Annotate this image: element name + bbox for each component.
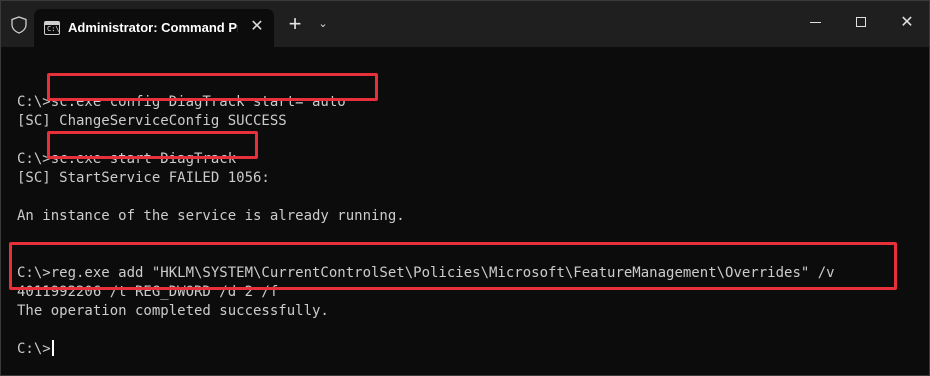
maximize-icon	[856, 17, 866, 27]
tab-title: Administrator: Command Prompt	[68, 20, 238, 35]
terminal-line: The operation completed successfully.	[17, 303, 329, 319]
command-prompt-icon-glyph: C:\	[47, 25, 60, 33]
highlight-box-config-command	[47, 73, 378, 101]
terminal-line: An instance of the service is already ru…	[17, 208, 405, 224]
command-prompt-icon: C:\	[44, 21, 60, 35]
close-tab-icon[interactable]: ✕	[248, 18, 266, 36]
prompt-text: C:\>	[17, 341, 51, 357]
chevron-down-icon[interactable]: ⌄	[315, 15, 331, 33]
prompt-line[interactable]: C:\>	[17, 340, 917, 359]
terminal-line: [SC] ChangeServiceConfig SUCCESS	[17, 113, 287, 129]
maximize-button[interactable]	[838, 1, 884, 45]
title-bar[interactable]: C:\ Administrator: Command Prompt ✕ + ⌄ …	[1, 1, 929, 47]
minimize-icon	[810, 22, 821, 23]
terminal-line: [SC] StartService FAILED 1056:	[17, 170, 270, 186]
shield-icon	[11, 16, 27, 34]
terminal-output[interactable]: C:\>sc.exe config DiagTrack start= auto …	[17, 74, 917, 359]
tab-command-prompt[interactable]: C:\ Administrator: Command Prompt ✕	[34, 9, 274, 47]
highlight-box-start-command	[47, 131, 258, 159]
text-cursor	[51, 340, 54, 356]
terminal-window: C:\ Administrator: Command Prompt ✕ + ⌄ …	[0, 0, 930, 376]
close-window-button[interactable]: ✕	[884, 1, 930, 45]
minimize-button[interactable]	[792, 1, 838, 45]
highlight-box-reg-command	[9, 242, 897, 290]
new-tab-button[interactable]: +	[285, 13, 305, 35]
